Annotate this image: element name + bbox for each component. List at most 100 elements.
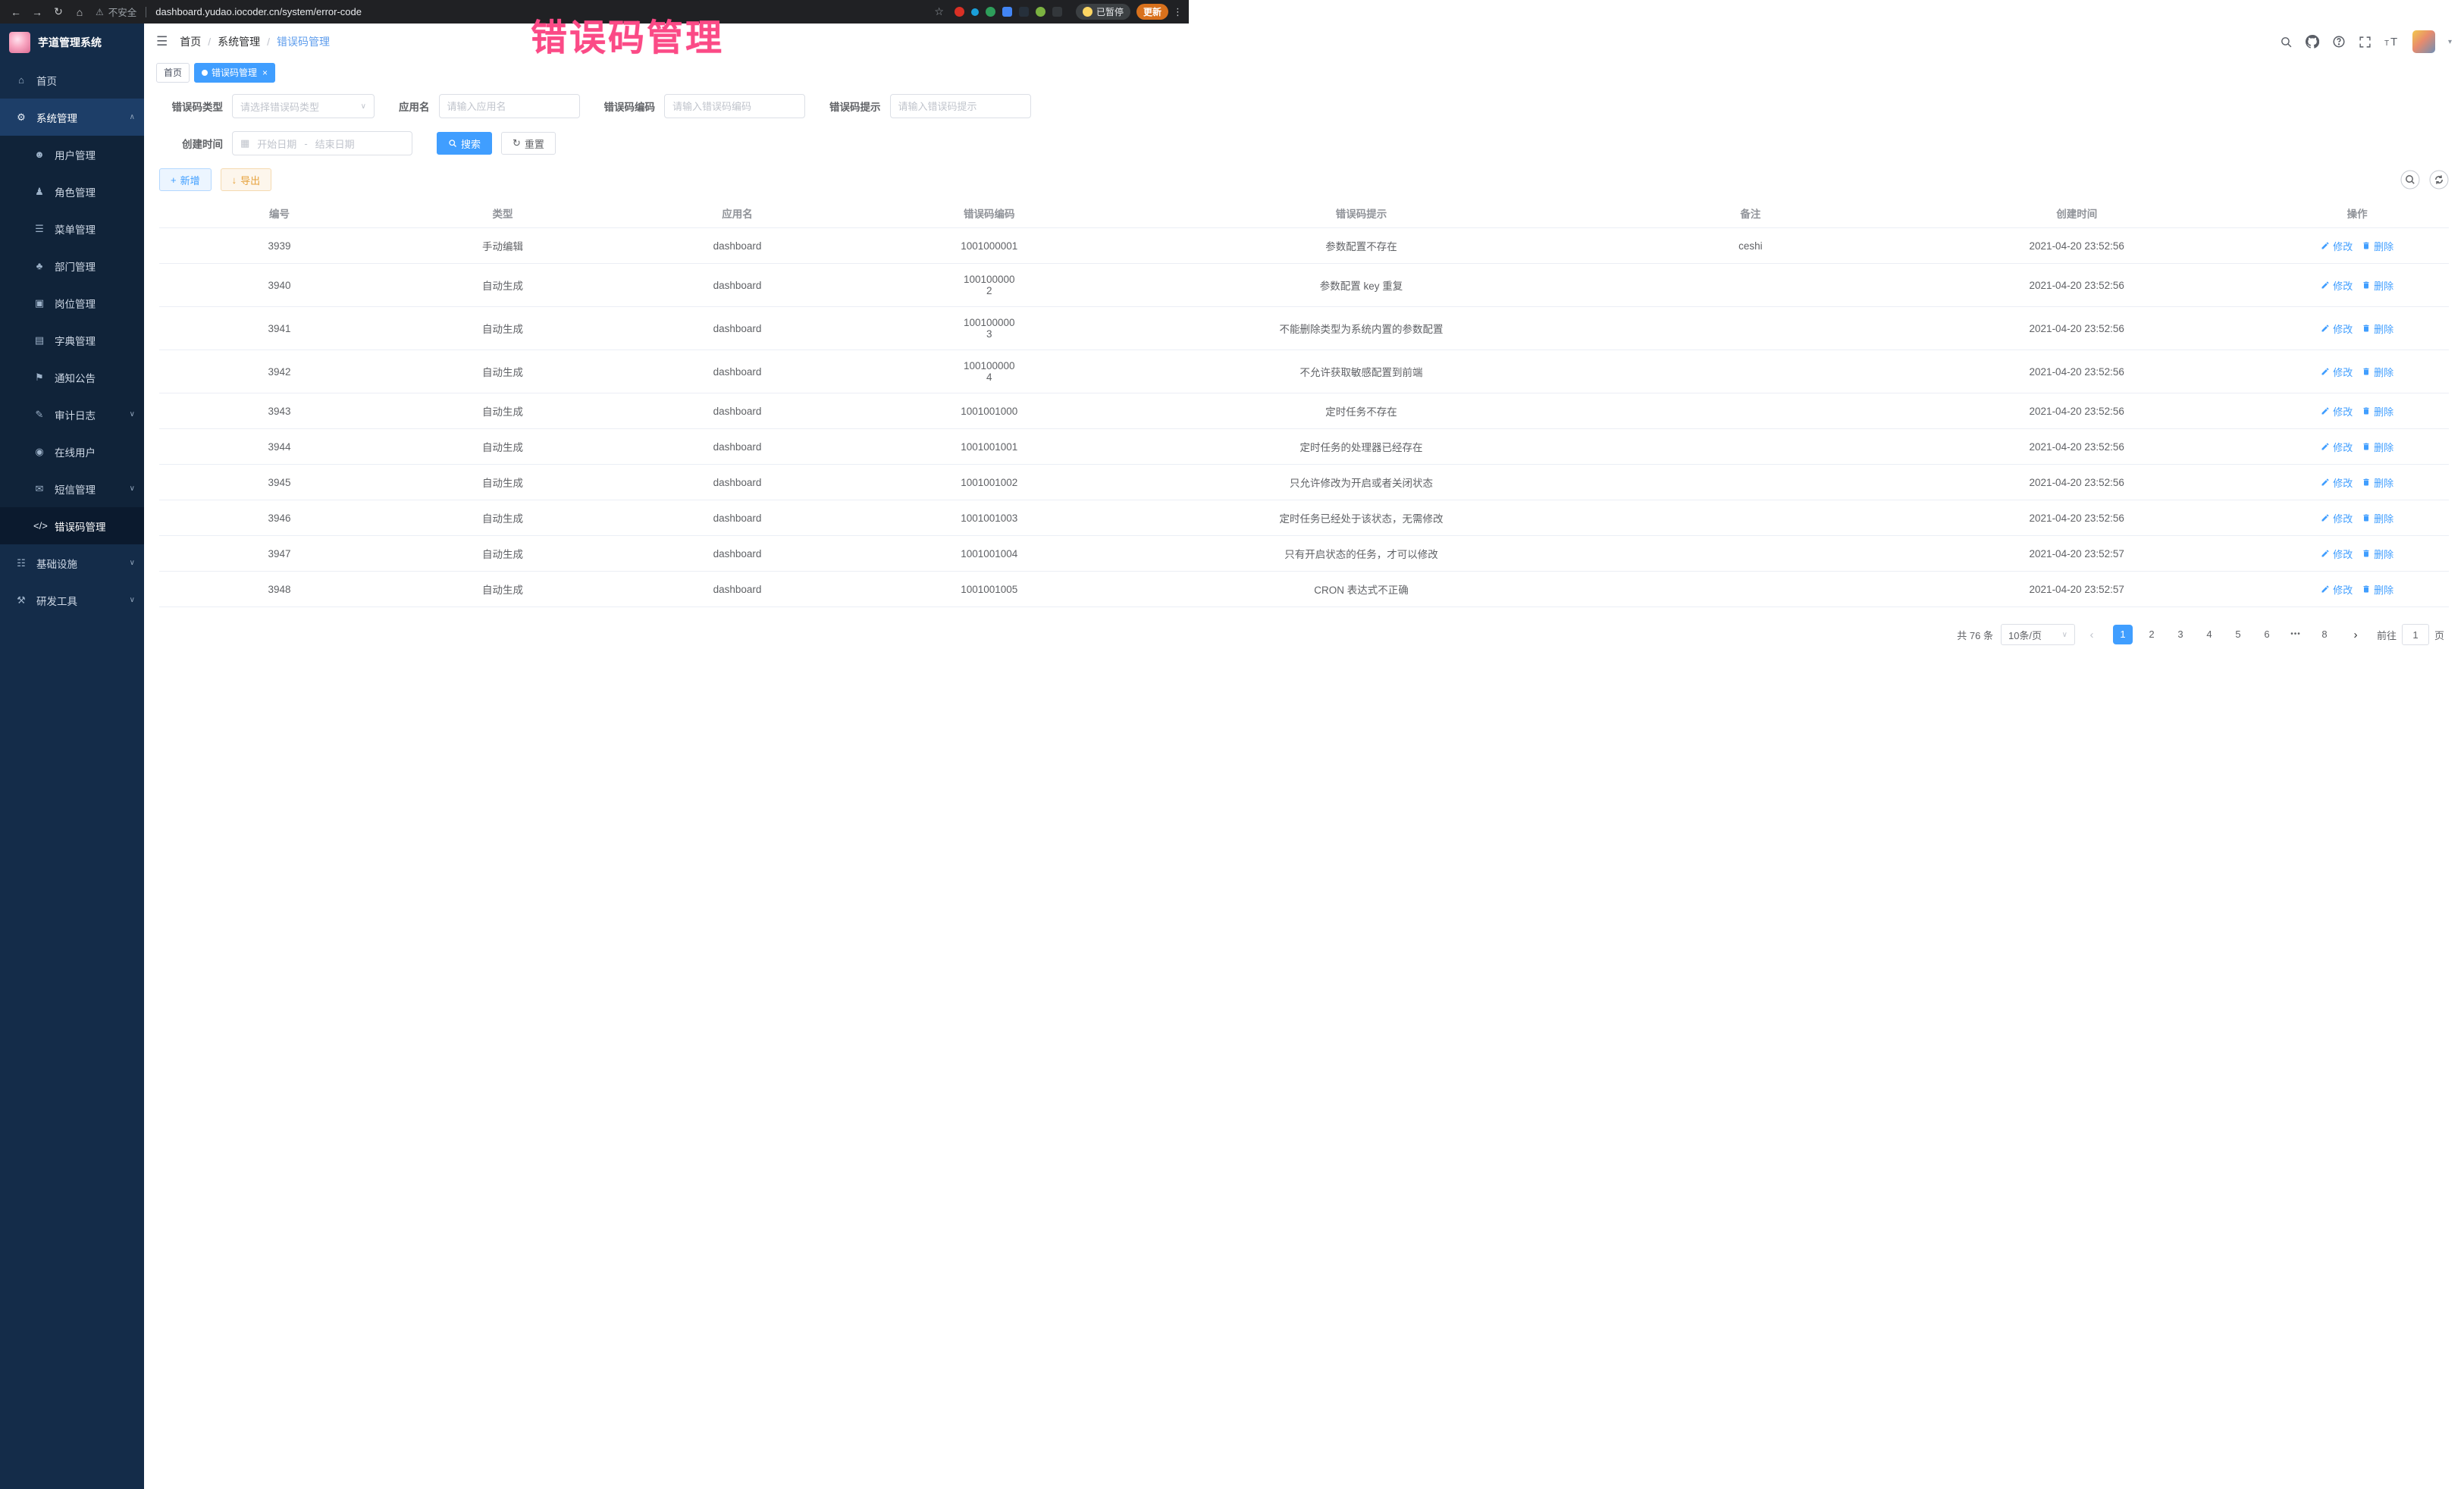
goto-page-input[interactable] <box>2402 624 2429 645</box>
sidebar-item-dict[interactable]: ▤ 字典管理 <box>0 321 144 359</box>
pagination-more[interactable]: ••• <box>2286 625 2306 644</box>
fullscreen-icon[interactable] <box>2359 36 2372 49</box>
error-code-input[interactable] <box>664 94 805 118</box>
edit-link[interactable]: 修改 <box>2321 239 2353 253</box>
extension-icon[interactable] <box>955 7 964 17</box>
bookmark-star-icon[interactable]: ☆ <box>934 5 944 18</box>
tab-error-code[interactable]: 错误码管理× <box>194 63 275 83</box>
next-page-button[interactable]: › <box>2346 629 2365 641</box>
extension-icon[interactable] <box>1002 7 1012 17</box>
search-button[interactable]: 搜索 <box>437 132 492 155</box>
browser-menu-dots-icon[interactable]: ⋮ <box>1173 6 1183 18</box>
pagination-page-5[interactable]: 5 <box>2228 625 2248 644</box>
delete-link[interactable]: 删除 <box>2362 278 2393 293</box>
extension-icon[interactable] <box>986 7 995 17</box>
toggle-search-icon[interactable] <box>2400 170 2420 190</box>
update-button[interactable]: 更新 <box>1136 4 1168 20</box>
delete-link[interactable]: 删除 <box>2362 511 2393 525</box>
error-type-select[interactable]: 请选择错误码类型 ∨ <box>232 94 375 118</box>
delete-link[interactable]: 删除 <box>2362 547 2393 561</box>
add-button[interactable]: + 新增 <box>159 168 212 191</box>
browser-forward-icon[interactable]: → <box>27 6 47 18</box>
pagination-page-4[interactable]: 4 <box>2199 625 2219 644</box>
export-button[interactable]: ↓ 导出 <box>221 168 272 191</box>
edit-link[interactable]: 修改 <box>2321 440 2353 454</box>
delete-link[interactable]: 删除 <box>2362 440 2393 454</box>
reset-button[interactable]: ↻ 重置 <box>501 132 556 155</box>
sidebar-item-error-code[interactable]: </> 错误码管理 <box>0 507 144 544</box>
url-text[interactable]: dashboard.yudao.iocoder.cn/system/error-… <box>155 6 362 17</box>
delete-link[interactable]: 删除 <box>2362 365 2393 379</box>
edit-link[interactable]: 修改 <box>2321 321 2353 336</box>
sidebar-item-sms[interactable]: ✉ 短信管理 ∨ <box>0 470 144 507</box>
edit-icon <box>2321 549 2330 558</box>
sidebar-item-home[interactable]: ⌂ 首页 <box>0 61 144 99</box>
tab-home[interactable]: 首页 <box>156 63 190 83</box>
sidebar-item-role[interactable]: ♟ 角色管理 <box>0 173 144 210</box>
paused-badge[interactable]: 已暂停 <box>1076 4 1130 20</box>
help-icon[interactable] <box>2332 35 2346 49</box>
avatar-caret-icon[interactable]: ▾ <box>2448 38 2452 46</box>
filter-code-label: 错误码编码 <box>604 99 656 114</box>
edit-link[interactable]: 修改 <box>2321 547 2353 561</box>
sidebar-item-notice[interactable]: ⚑ 通知公告 <box>0 359 144 396</box>
sidebar-item-system[interactable]: ⚙ 系统管理 ∧ <box>0 99 144 136</box>
app-name-input[interactable] <box>439 94 580 118</box>
error-hint-input[interactable] <box>890 94 1031 118</box>
breadcrumb-item[interactable]: 系统管理 <box>218 34 260 49</box>
sidebar-item-post[interactable]: ▣ 岗位管理 <box>0 284 144 321</box>
prev-page-button[interactable]: ‹ <box>2083 629 2101 641</box>
sidebar-item-online[interactable]: ◉ 在线用户 <box>0 433 144 470</box>
edit-link[interactable]: 修改 <box>2321 278 2353 293</box>
github-icon[interactable] <box>2306 35 2319 49</box>
breadcrumb-item[interactable]: 错误码管理 <box>277 34 330 49</box>
user-avatar[interactable] <box>2412 30 2435 53</box>
pagination-page-1[interactable]: 1 <box>2113 625 2133 644</box>
delete-link[interactable]: 删除 <box>2362 475 2393 490</box>
cell-actions: 修改 删除 <box>2265 465 2449 500</box>
extension-icon[interactable] <box>1019 7 1029 17</box>
pagination-page-2[interactable]: 2 <box>2142 625 2161 644</box>
browser-reload-icon[interactable]: ↻ <box>49 5 68 18</box>
app-logo[interactable]: 芋道管理系统 <box>0 24 144 61</box>
page-size-select[interactable]: 10条/页 ∨ <box>2001 624 2075 645</box>
refresh-icon[interactable] <box>2429 170 2449 190</box>
browser-back-icon[interactable]: ← <box>6 6 26 18</box>
delete-link[interactable]: 删除 <box>2362 404 2393 418</box>
address-bar[interactable]: ⚠ 不安全 dashboard.yudao.iocoder.cn/system/… <box>96 5 362 19</box>
delete-link-label: 删除 <box>2374 547 2393 561</box>
pagination-page-8[interactable]: 8 <box>2315 625 2334 644</box>
delete-link[interactable]: 删除 <box>2362 582 2393 597</box>
search-icon[interactable] <box>2280 36 2293 49</box>
delete-link[interactable]: 删除 <box>2362 321 2393 336</box>
browser-home-icon[interactable]: ⌂ <box>70 6 89 18</box>
extension-icon[interactable] <box>1052 7 1062 17</box>
edit-link[interactable]: 修改 <box>2321 404 2353 418</box>
edit-link-label: 修改 <box>2333 404 2353 418</box>
extension-icon[interactable] <box>1036 7 1045 17</box>
edit-link[interactable]: 修改 <box>2321 582 2353 597</box>
delete-link[interactable]: 删除 <box>2362 239 2393 253</box>
edit-link[interactable]: 修改 <box>2321 365 2353 379</box>
pagination-page-6[interactable]: 6 <box>2257 625 2277 644</box>
cell-code: 1001001000 <box>869 393 1109 429</box>
table-row: 3943 自动生成 dashboard 1001001000 定时任务不存在 2… <box>159 393 2449 429</box>
sidebar-item-audit[interactable]: ✎ 审计日志 ∨ <box>0 396 144 433</box>
sidebar-item-user[interactable]: ☻ 用户管理 <box>0 136 144 173</box>
breadcrumb-item[interactable]: 首页 <box>180 34 201 49</box>
extension-icon[interactable] <box>971 8 979 16</box>
sidebar-item-infra[interactable]: ☷ 基础设施 ∨ <box>0 544 144 581</box>
breadcrumb-separator: / <box>267 36 270 48</box>
hamburger-icon[interactable]: ☰ <box>156 34 168 49</box>
cell-code: 1001001002 <box>869 465 1109 500</box>
sidebar-item-tools[interactable]: ⚒ 研发工具 ∨ <box>0 581 144 619</box>
tab-close-icon[interactable]: × <box>262 67 268 78</box>
date-range-picker[interactable]: ▦ 开始日期 - 结束日期 <box>232 131 412 155</box>
pagination-page-3[interactable]: 3 <box>2171 625 2190 644</box>
sidebar-item-menu[interactable]: ☰ 菜单管理 <box>0 210 144 247</box>
edit-link[interactable]: 修改 <box>2321 475 2353 490</box>
sidebar-item-dept[interactable]: ♣ 部门管理 <box>0 247 144 284</box>
font-size-icon[interactable]: TT <box>2384 36 2400 48</box>
edit-link[interactable]: 修改 <box>2321 511 2353 525</box>
table-body: 3939 手动编辑 dashboard 1001000001 参数配置不存在 c… <box>159 228 2449 607</box>
